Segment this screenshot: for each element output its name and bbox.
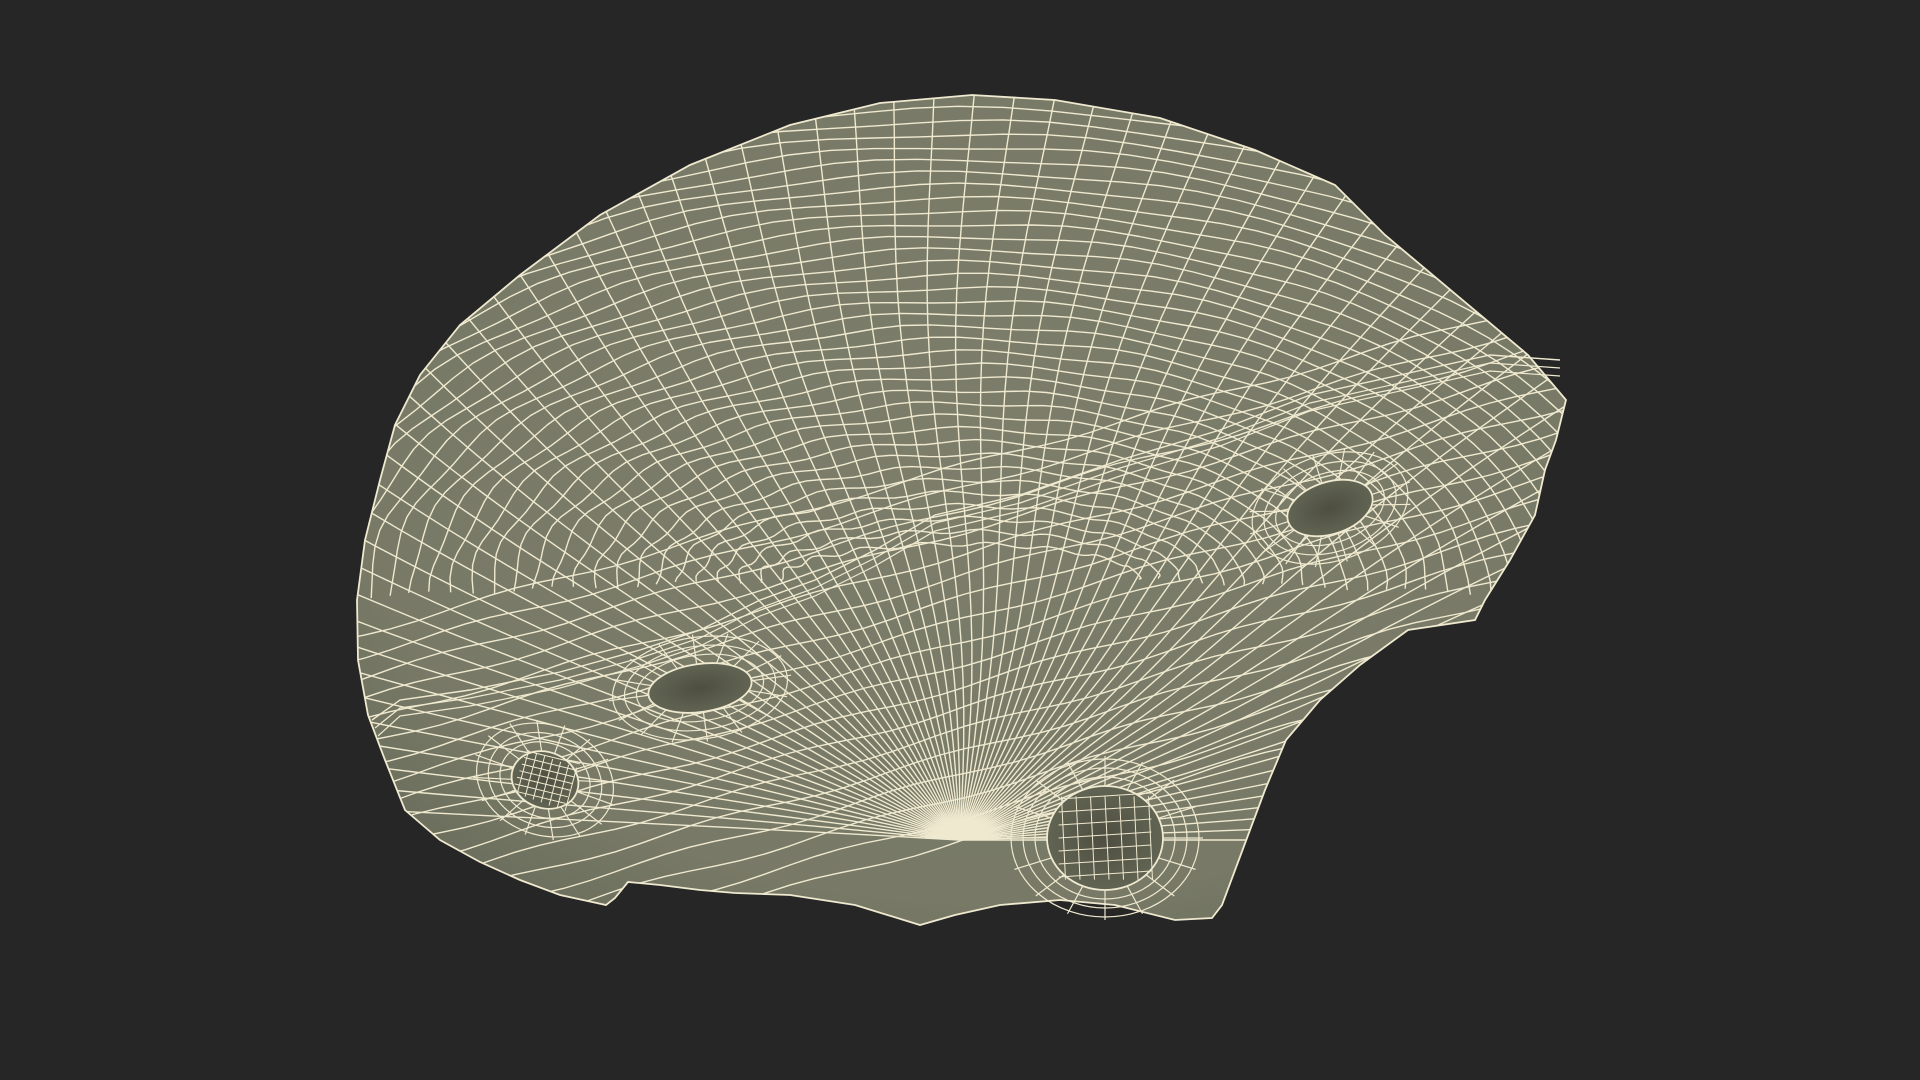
hold-body [357, 95, 1566, 925]
render-viewport[interactable] [0, 0, 1920, 1080]
mesh-scene [356, 94, 1567, 926]
bolt-hole [1007, 756, 1203, 920]
